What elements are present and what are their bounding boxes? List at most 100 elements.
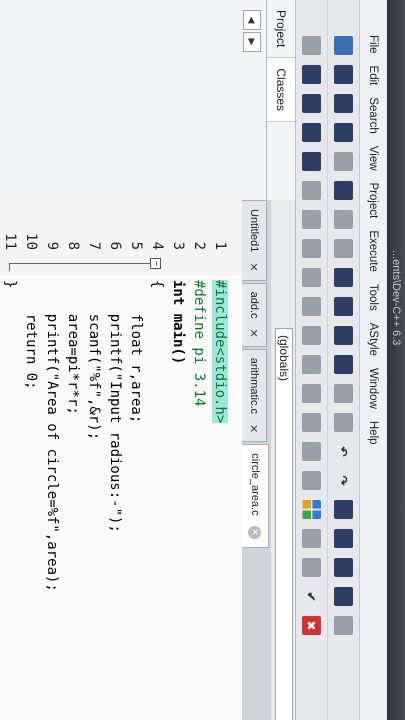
nav-next-icon[interactable]: ▶ — [243, 32, 261, 52]
code-line-8[interactable]: area=pi*r*r; — [65, 280, 81, 415]
project-options-icon[interactable] — [302, 384, 321, 403]
redo-icon[interactable] — [334, 239, 353, 258]
tab-classes[interactable]: Classes — [267, 58, 295, 123]
line-number: 8 — [65, 241, 81, 250]
code-line-11[interactable]: } — [2, 280, 18, 288]
build-toolbar: ✔ ✖ — [295, 0, 327, 720]
code-line-6[interactable]: printf("Input radious:-"); — [107, 280, 123, 533]
close-icon[interactable]: ✕ — [248, 525, 262, 539]
bookmark-icon[interactable] — [334, 500, 353, 519]
left-panel-tabs: Project Classes — [266, 0, 295, 200]
tab-arithmatic-c[interactable]: arithmatic.c ✕ — [242, 348, 267, 443]
line-number: 7 — [86, 241, 102, 250]
options-icon[interactable] — [302, 297, 321, 316]
close-icon[interactable]: ✕ — [248, 262, 261, 271]
code-line-9[interactable]: printf("Area of circle=%f",area); — [44, 280, 60, 592]
rebuild-icon[interactable] — [302, 152, 321, 171]
code-line-2[interactable]: #define pi 3.14 — [191, 280, 207, 406]
tab-circle-area-c[interactable]: circle_area.c ✕ — [242, 444, 269, 548]
code-line-5[interactable]: float r,area; — [128, 280, 144, 424]
tab-label: Untitled1 — [248, 209, 260, 253]
class-browser-icon[interactable] — [302, 268, 321, 287]
class-nav-buttons: ◀ ▶ — [243, 10, 261, 54]
tab-label: add.c — [248, 291, 260, 319]
tab-label: arithmatic.c — [248, 357, 260, 415]
close-icon[interactable]: ✕ — [248, 329, 261, 338]
new-project-icon[interactable] — [302, 36, 321, 55]
compile-icon[interactable] — [302, 65, 321, 84]
code-line-1[interactable]: #include<stdio.h> — [212, 280, 228, 424]
code-line-3[interactable]: int main() — [170, 280, 186, 364]
menu-view[interactable]: View — [368, 146, 380, 171]
window-title: ...ents\Dev-C++ 6.3 — [390, 250, 402, 346]
tab-add-c[interactable]: add.c ✕ — [242, 282, 267, 347]
fold-end — [9, 263, 10, 271]
tab-project[interactable]: Project — [267, 0, 295, 59]
menu-astyle[interactable]: AStyle — [368, 323, 380, 356]
find-icon[interactable] — [334, 268, 353, 287]
run-icon[interactable] — [302, 94, 321, 113]
main-toolbar: ↶ ↷ — [327, 0, 359, 720]
line-number: 10 — [23, 233, 39, 250]
code-editor[interactable]: 1 2 3 4 5 6 7 8 9 10 11 − #include<stdio… — [0, 200, 242, 720]
menu-tools[interactable]: Tools — [368, 284, 380, 311]
line-number: 6 — [107, 241, 123, 250]
forward-arrow-icon[interactable]: ↷ — [334, 471, 353, 490]
menu-edit[interactable]: Edit — [368, 66, 380, 86]
line-number: 1 — [212, 241, 228, 250]
menu-help[interactable]: Help — [368, 421, 380, 445]
insert-icon[interactable] — [334, 558, 353, 577]
title-bar: ...ents\Dev-C++ 6.3 — [387, 0, 405, 720]
left-panel: Project Classes ◀ ▶ — [0, 0, 295, 201]
code-line-10[interactable]: return 0; — [23, 280, 39, 390]
close-icon[interactable]: ✕ — [248, 424, 261, 433]
undo-icon[interactable] — [334, 210, 353, 229]
line-number: 4 — [149, 241, 165, 250]
profile-icon[interactable] — [302, 210, 321, 229]
environment-options-icon[interactable] — [302, 442, 321, 461]
tab-untitled1[interactable]: Untitled1 ✕ — [242, 200, 267, 281]
toggle-bookmark-icon[interactable] — [334, 529, 353, 548]
line-number: 9 — [44, 241, 60, 250]
checkmark-icon[interactable]: ✔ — [302, 587, 321, 606]
windows-grid-icon[interactable] — [302, 500, 321, 519]
menu-search[interactable]: Search — [368, 97, 380, 133]
close-all-icon[interactable]: ✖ — [302, 616, 321, 635]
save-icon[interactable] — [334, 94, 353, 113]
menu-execute[interactable]: Execute — [368, 230, 380, 272]
goto-line-icon[interactable] — [334, 355, 353, 374]
find-next-icon[interactable] — [334, 326, 353, 345]
check-syntax-icon[interactable] — [302, 326, 321, 345]
save-all-icon[interactable] — [334, 123, 353, 142]
compile-run-icon[interactable] — [302, 123, 321, 142]
indent-icon[interactable] — [334, 384, 353, 403]
open-file-icon[interactable] — [334, 65, 353, 84]
line-number: 3 — [170, 241, 186, 250]
uncomment-icon[interactable] — [334, 616, 353, 635]
code-completion-icon[interactable] — [302, 558, 321, 577]
fold-toggle-icon[interactable]: − — [150, 258, 161, 269]
back-arrow-icon[interactable]: ↶ — [334, 442, 353, 461]
stop-icon[interactable] — [302, 239, 321, 258]
scope-selector[interactable]: (globals) ▼ — [275, 328, 293, 720]
replace-icon[interactable] — [334, 297, 353, 316]
menu-file[interactable]: File — [368, 35, 380, 54]
compiler-options-icon[interactable] — [302, 413, 321, 432]
preprocessor-token: #define pi 3.14 — [191, 280, 207, 407]
close-file-icon[interactable] — [334, 152, 353, 171]
unindent-icon[interactable] — [334, 413, 353, 432]
comment-icon[interactable] — [334, 587, 353, 606]
nav-prev-icon[interactable]: ◀ — [243, 10, 261, 30]
debug-icon[interactable] — [302, 181, 321, 200]
new-file-icon[interactable] — [334, 36, 353, 55]
menu-window[interactable]: Window — [368, 368, 380, 409]
code-line-7[interactable]: scanf("%f",&r); — [86, 280, 102, 440]
menu-project[interactable]: Project — [368, 183, 380, 219]
editor-options-icon[interactable] — [302, 471, 321, 490]
line-number: 2 — [191, 241, 207, 250]
clean-icon[interactable] — [302, 355, 321, 374]
goto-declaration-icon[interactable] — [302, 529, 321, 548]
print-icon[interactable] — [334, 181, 353, 200]
code-line-4[interactable]: { — [149, 280, 165, 288]
line-number-gutter: 1 2 3 4 5 6 7 8 9 10 11 − — [0, 200, 242, 275]
